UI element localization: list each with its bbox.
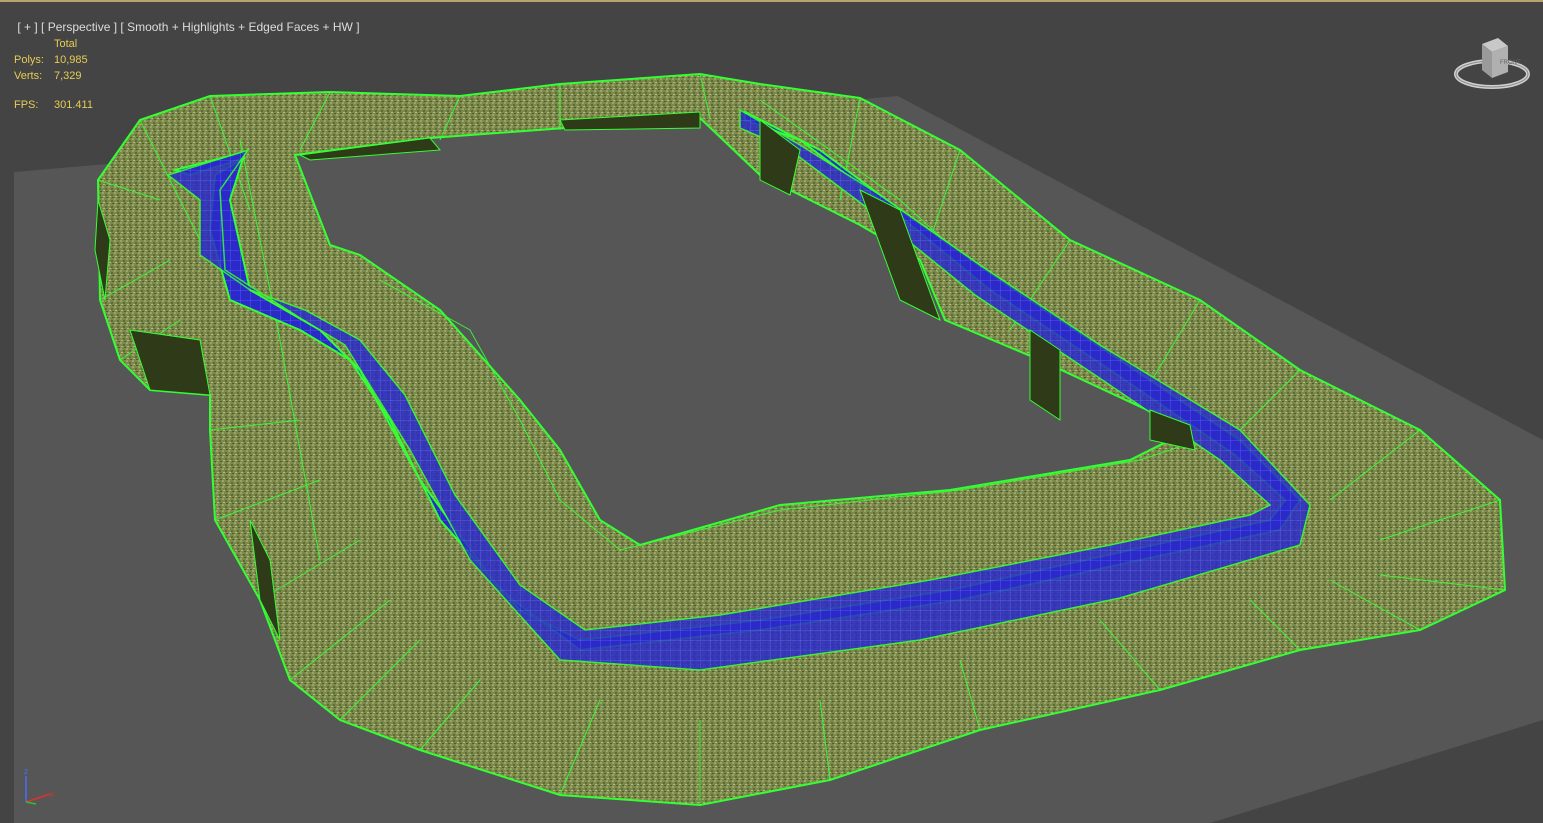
perspective-viewport[interactable]: [ + ] [ Perspective ] [ Smooth + Highlig… <box>0 0 1543 823</box>
viewport-plus-menu[interactable]: [ + ] <box>17 20 37 34</box>
viewport-active-border <box>0 0 1543 2</box>
statistics-panel: Total Polys: 10,985 Verts: 7,329 <box>14 36 88 84</box>
viewport-view-menu[interactable]: [ Perspective ] <box>41 20 117 34</box>
verts-value: 7,329 <box>54 70 82 82</box>
viewcube-face-label: FRONT <box>1500 60 1521 66</box>
verts-label: Verts: <box>14 70 43 82</box>
viewport-shading-menu[interactable]: [ Smooth + Highlights + Edged Faces + HW… <box>120 20 359 34</box>
axis-z-label: z <box>24 767 28 776</box>
fps-readout: FPS: 301.411 <box>14 99 93 111</box>
viewcube-icon[interactable]: FRONT <box>1452 34 1532 96</box>
scene-canvas[interactable] <box>0 0 1543 823</box>
axis-x-label: x <box>50 790 54 799</box>
fps-label: FPS: <box>14 99 39 111</box>
stats-header: Total <box>54 38 78 50</box>
polys-label: Polys: <box>14 54 44 66</box>
fps-value: 301.411 <box>54 99 93 111</box>
axis-tripod-icon: z x <box>24 767 54 805</box>
polys-value: 10,985 <box>54 54 88 66</box>
